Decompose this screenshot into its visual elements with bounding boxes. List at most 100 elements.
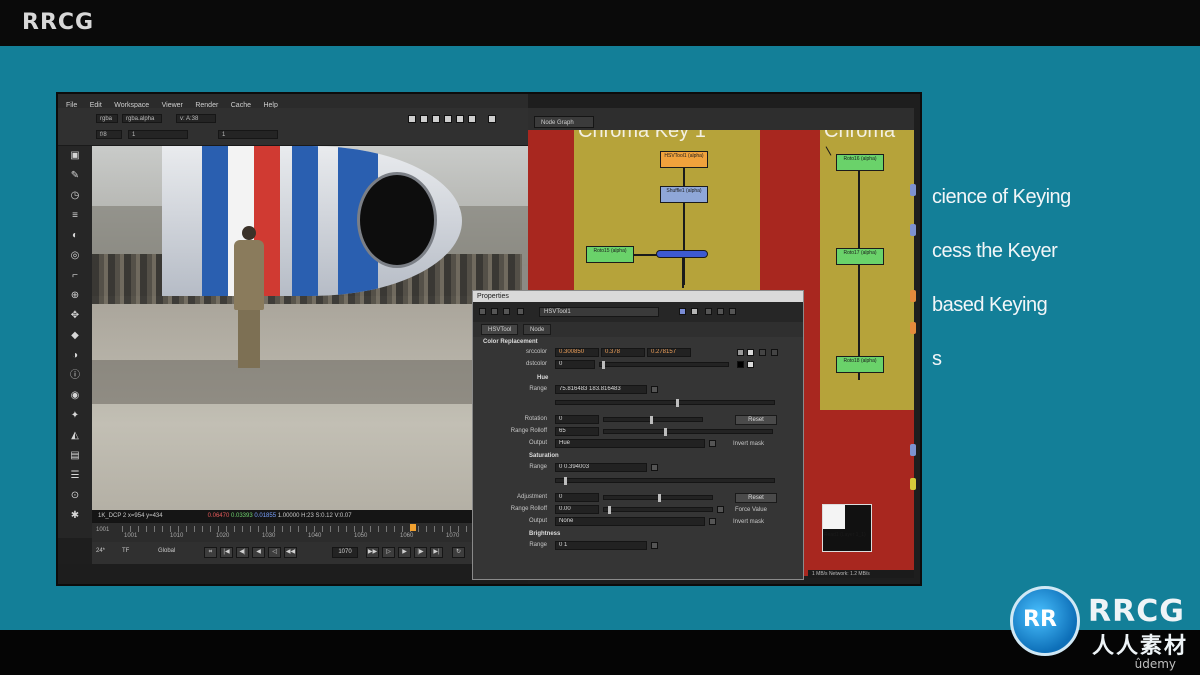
offscreen-node[interactable] [910,290,916,302]
stop-icon[interactable] [444,115,452,123]
bri-range-field[interactable]: 0 1 [555,541,647,550]
image-icon[interactable]: ▣ [69,150,81,162]
slider-handle[interactable] [664,428,667,436]
current-frame-field[interactable]: 1070 [332,547,358,558]
deep-icon[interactable]: ◭ [69,430,81,442]
sat-range-anim-icon[interactable] [651,464,658,471]
sat-output-checkbox[interactable] [709,518,716,525]
srccolor-picker-icon[interactable] [747,349,754,356]
hue-output-select[interactable]: Hue [555,439,705,448]
gain-field[interactable]: 1 [128,130,188,139]
node-icon[interactable] [503,308,510,315]
global-select[interactable]: Global [158,548,175,554]
fps-label[interactable]: 24* [96,548,105,554]
next-frame-icon[interactable]: ▶ [398,547,411,558]
eye-icon[interactable]: ◉ [69,390,81,402]
loop-icon[interactable]: ↻ [452,547,465,558]
adjustment-slider[interactable] [603,494,713,502]
channel-icon[interactable]: ≡ [69,210,81,222]
fwd-increment-icon[interactable]: ▶▶ [366,547,379,558]
color-swatch-icon[interactable] [679,308,686,315]
merge-dot[interactable] [656,250,708,258]
output-checkbox[interactable] [709,440,716,447]
node-roto16[interactable]: Roto16 (alpha) [836,154,884,171]
merge-icon[interactable]: ⊕ [69,290,81,302]
furnace-icon[interactable]: ⊙ [69,490,81,502]
rotation-field[interactable]: 0 [555,415,599,424]
camera-icon[interactable] [456,115,464,123]
slider-handle[interactable] [658,494,661,502]
srccolor-r-field[interactable]: 0.300850 [555,348,599,357]
node-roto15[interactable]: Roto15 (alpha) [586,246,634,263]
alpha-channel-select[interactable]: rgba.alpha [122,114,162,123]
keyer-icon[interactable]: ⌐ [69,270,81,282]
hue-rolloff-field[interactable]: 65 [555,427,599,436]
roi-icon[interactable] [420,115,428,123]
offscreen-node[interactable] [910,478,916,490]
tf-label[interactable]: TF [122,548,129,554]
offscreen-node[interactable] [910,224,916,236]
transform-icon[interactable]: ✥ [69,310,81,322]
dstcolor-picker-icon[interactable] [747,361,754,368]
sat-rolloff-field[interactable]: 0.00 [555,505,599,514]
sat-range-slider[interactable] [555,477,775,485]
fstop-field[interactable]: f/8 [96,130,122,139]
sat-range-field[interactable]: 0 0.394003 [555,463,647,472]
prev-key-icon[interactable]: ◀| [236,547,249,558]
toolsets-icon[interactable]: ▤ [69,450,81,462]
node-shuffle1[interactable]: Shuffle1 (alpha) [660,186,708,203]
prev-frame-icon[interactable]: ◀ [252,547,265,558]
dstcolor-swatch[interactable] [737,361,744,368]
zoom-select[interactable]: v: A:38 [176,114,216,123]
undo-icon[interactable] [705,308,712,315]
tab-node-graph[interactable]: Node Graph [534,116,594,128]
3d-icon[interactable]: ◆ [69,330,81,342]
srccolor-wheel-icon[interactable] [759,349,766,356]
node-roto18[interactable]: Roto18 (alpha) [836,356,884,373]
viewer-toggle-icon[interactable] [408,115,416,123]
play-backward-icon[interactable]: ◁ [268,547,281,558]
slider-handle[interactable] [608,506,611,514]
reset-button-2[interactable]: Reset [735,493,777,503]
srccolor-b-field[interactable]: 0.278157 [647,348,691,357]
hue-range-field[interactable]: 75.816483 183.816483 [555,385,647,394]
rotation-slider[interactable] [603,416,703,424]
invert-mask-label-2[interactable]: Invert mask [733,519,764,525]
reset-button[interactable]: Reset [735,415,777,425]
refresh-icon[interactable] [468,115,476,123]
help-icon[interactable] [691,308,698,315]
time-icon[interactable]: ◷ [69,190,81,202]
read-node-thumbnail[interactable] [822,504,872,552]
lock-icon[interactable] [488,115,496,123]
tab-hsvtool[interactable]: HSVTool [481,324,519,335]
slider-handle[interactable] [602,361,605,369]
offscreen-node[interactable] [910,322,916,334]
hue-range-slider[interactable] [555,399,775,407]
playhead[interactable] [410,524,416,531]
srccolor-g-field[interactable]: 0.378 [601,348,645,357]
offscreen-node[interactable] [910,444,916,456]
tab-node[interactable]: Node [523,324,552,335]
adjustment-field[interactable]: 0 [555,493,599,502]
bri-range-anim-icon[interactable] [651,542,658,549]
force-value-label[interactable]: Force Value [735,507,767,513]
offscreen-node[interactable] [910,184,916,196]
timeline[interactable]: 1001 1001 1010 1020 1030 1040 1050 1060 … [92,522,528,542]
draw-icon[interactable]: ✎ [69,170,81,182]
filter-icon[interactable]: ◎ [69,250,81,262]
float-icon[interactable] [491,308,498,315]
particles-icon[interactable]: ✦ [69,410,81,422]
next-key-icon[interactable]: |▶ [414,547,427,558]
dstcolor-field[interactable]: 0 [555,360,595,369]
back-increment-icon[interactable]: ◀◀ [284,547,297,558]
srccolor-swatch[interactable] [737,349,744,356]
collapse-icon[interactable] [479,308,486,315]
force-value-checkbox[interactable] [717,506,724,513]
first-frame-icon[interactable]: |◀ [220,547,233,558]
pin-icon[interactable] [517,308,524,315]
pause-icon[interactable] [432,115,440,123]
plugins-icon[interactable]: ✱ [69,510,81,522]
slider-handle[interactable] [564,477,567,485]
srccolor-anim-icon[interactable] [771,349,778,356]
viewer-image[interactable] [92,146,528,510]
